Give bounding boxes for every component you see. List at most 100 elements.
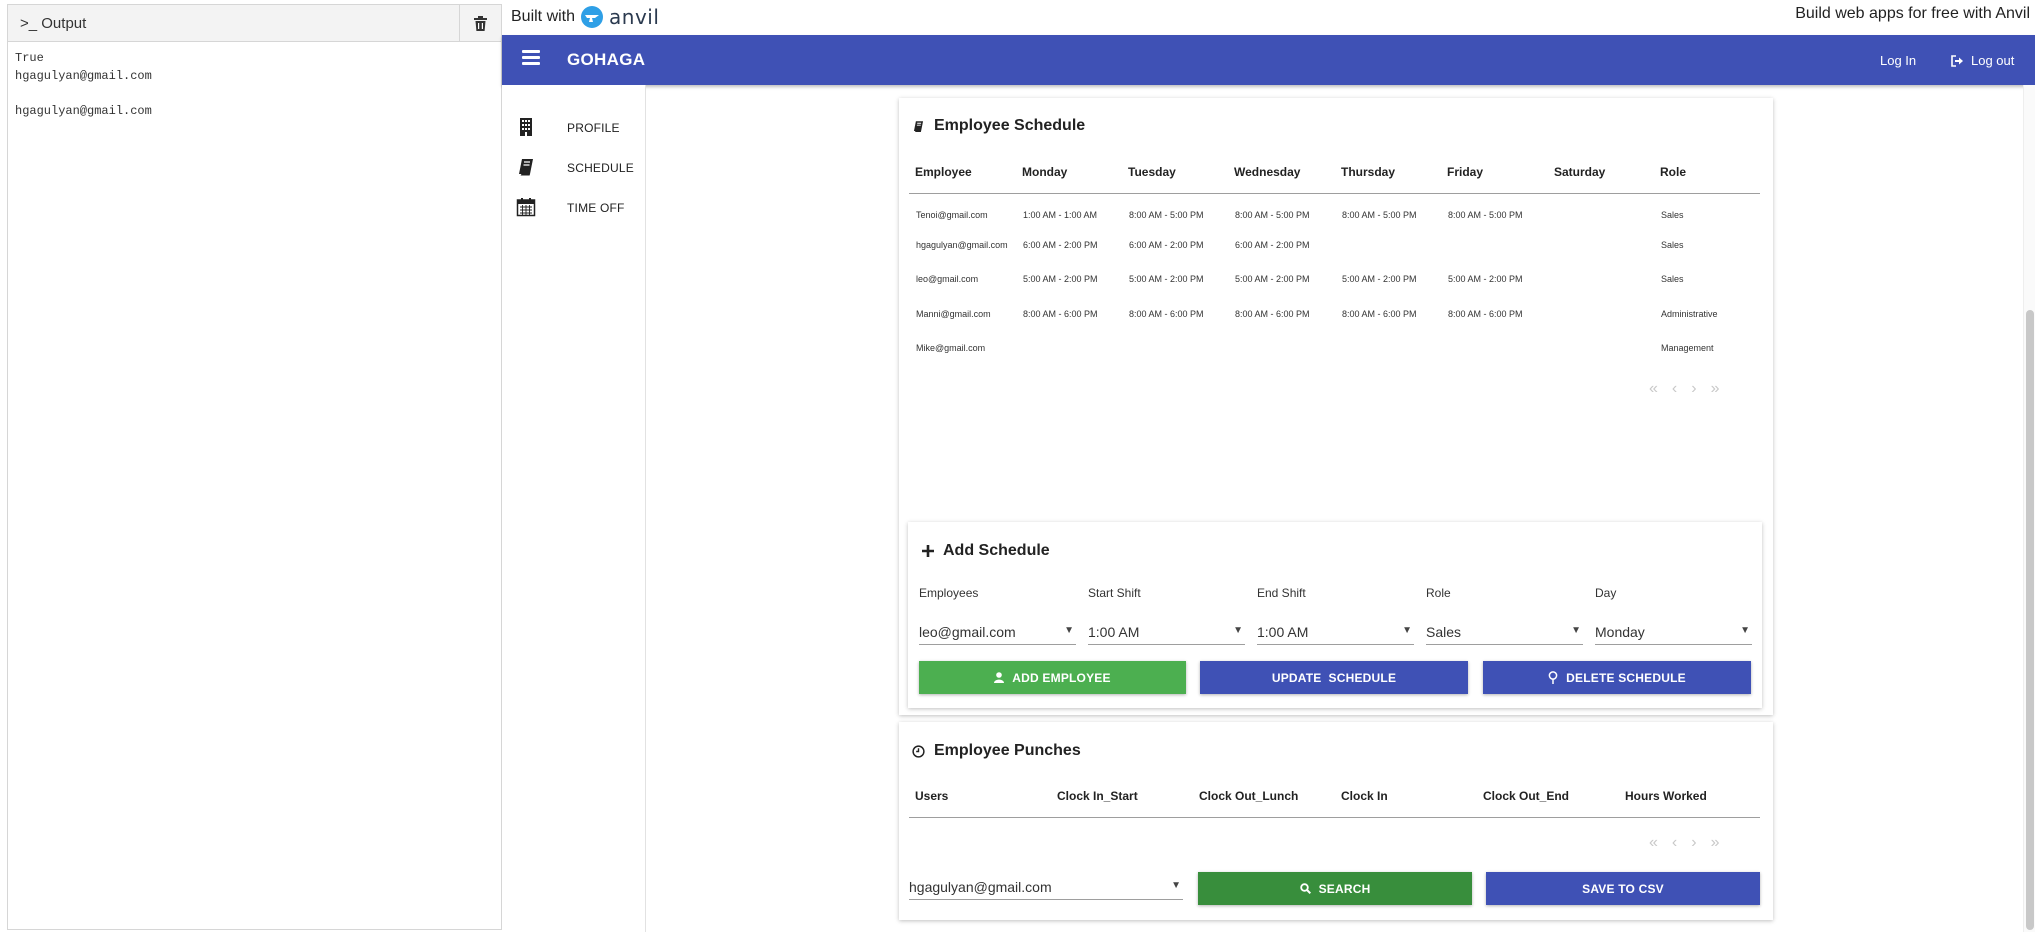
first-page-icon[interactable]: «: [1649, 834, 1658, 852]
role-dropdown[interactable]: Sales ▼: [1426, 617, 1583, 645]
schedule-row[interactable]: Mike@gmail.com Management: [909, 331, 1760, 366]
update-schedule-label: UPDATE SCHEDULE: [1271, 670, 1397, 685]
search-button[interactable]: SEARCH: [1198, 872, 1472, 905]
column-header[interactable]: Users: [909, 775, 1051, 818]
column-header[interactable]: Clock In_Start: [1051, 775, 1193, 818]
hamburger-menu-icon[interactable]: [522, 50, 540, 68]
nav-item-profile[interactable]: PROFILE: [502, 109, 645, 145]
schedule-cell: 8:00 AM - 5:00 PM: [1342, 209, 1417, 220]
schedule-cell: Sales: [1661, 239, 1684, 250]
caret-down-icon: ▼: [1171, 880, 1181, 891]
clear-output-button[interactable]: [459, 5, 501, 41]
schedule-header-row: Employee Monday Tuesday Wednesday Thursd…: [909, 151, 1760, 194]
employees-dropdown[interactable]: leo@gmail.com ▼: [919, 617, 1076, 645]
column-header[interactable]: Saturday: [1548, 151, 1654, 194]
column-header[interactable]: Hours Worked: [1619, 775, 1760, 818]
employee-punches-title: Employee Punches: [934, 742, 1081, 759]
output-line: hgagulyan@gmail.com: [15, 68, 152, 83]
output-panel: >_ Output Truehgagulyan@gmail.com​hgagul…: [7, 4, 502, 930]
schedule-cell: 5:00 AM - 2:00 PM: [1448, 274, 1523, 285]
add-employee-label: ADD EMPLOYEE: [1012, 670, 1111, 685]
column-header[interactable]: Employee: [909, 151, 1016, 194]
column-header[interactable]: Tuesday: [1122, 151, 1228, 194]
next-page-icon[interactable]: ›: [1691, 834, 1696, 852]
book-icon: [519, 159, 533, 176]
delete-schedule-button[interactable]: DELETE SCHEDULE: [1483, 661, 1751, 694]
plus-icon: [922, 545, 934, 557]
built-with-label: Built with: [511, 8, 576, 25]
output-line: ​: [15, 85, 494, 103]
anvil-logo-icon: [581, 6, 604, 28]
column-header[interactable]: Friday: [1441, 151, 1548, 194]
column-header[interactable]: Role: [1654, 151, 1760, 194]
build-free-link[interactable]: Build web apps for free with Anvil: [1795, 5, 2030, 23]
next-page-icon[interactable]: ›: [1691, 380, 1696, 398]
schedule-cell: 6:00 AM - 2:00 PM: [1235, 239, 1310, 250]
schedule-row[interactable]: hgagulyan@gmail.com 6:00 AM - 2:00 PM 6:00…: [909, 228, 1760, 263]
anvil-banner: Built with anvil Build web apps for free…: [502, 0, 2035, 35]
last-page-icon[interactable]: »: [1711, 380, 1720, 398]
user-select-dropdown[interactable]: hgagulyan@gmail.com ▼: [909, 872, 1183, 900]
page-scrollbar[interactable]: [2023, 85, 2035, 932]
add-employee-button[interactable]: ADD EMPLOYEE: [919, 661, 1186, 694]
schedule-cell: leo@gmail.com: [916, 274, 979, 285]
last-page-icon[interactable]: »: [1711, 834, 1720, 852]
schedule-cell: 8:00 AM - 6:00 PM: [1448, 308, 1523, 319]
page-scrollbar-thumb[interactable]: [2026, 310, 2034, 930]
schedule-row[interactable]: Tenoi@gmail.com 1:00 AM - 1:00 AM 8:00 AM …: [909, 193, 1760, 228]
building-icon: [520, 118, 532, 136]
login-link[interactable]: Log In: [1880, 53, 1916, 68]
schedule-cell: [1122, 331, 1228, 366]
built-with-anvil-link[interactable]: Built with anvil: [511, 5, 659, 29]
schedule-cell: 5:00 AM - 2:00 PM: [1342, 274, 1417, 285]
schedule-pager: « ‹ › »: [1649, 380, 1719, 398]
column-header[interactable]: Clock In: [1335, 775, 1477, 818]
schedule-cell: Manni@gmail.com: [916, 308, 991, 319]
sign-out-icon: [1951, 54, 1963, 67]
column-header[interactable]: Clock Out_Lunch: [1193, 775, 1335, 818]
prev-page-icon[interactable]: ‹: [1672, 834, 1677, 852]
logout-label: Log out: [1971, 53, 2015, 68]
schedule-cell: Sales: [1661, 209, 1684, 220]
app-title: GOHAGA: [567, 50, 646, 69]
user-select-value: hgagulyan@gmail.com: [909, 879, 1052, 895]
prev-page-icon[interactable]: ‹: [1672, 380, 1677, 398]
start-shift-dropdown[interactable]: 1:00 AM ▼: [1088, 617, 1245, 645]
logout-link[interactable]: Log out: [1951, 53, 2014, 68]
update-schedule-button[interactable]: UPDATE SCHEDULE: [1200, 661, 1468, 694]
map-pin-icon: [1548, 671, 1558, 684]
day-label: Day: [1595, 586, 1617, 600]
schedule-row[interactable]: Manni@gmail.com 8:00 AM - 6:00 PM 8:00 AM …: [909, 297, 1760, 332]
day-dropdown[interactable]: Monday ▼: [1595, 617, 1752, 645]
column-header[interactable]: Clock Out_End: [1477, 775, 1619, 818]
anvil-logo-text: anvil: [609, 5, 660, 29]
caret-down-icon: ▼: [1402, 625, 1412, 636]
end-shift-dropdown[interactable]: 1:00 AM ▼: [1257, 617, 1414, 645]
employee-punches-heading: Employee Punches: [912, 742, 1081, 760]
delete-schedule-label: DELETE SCHEDULE: [1566, 670, 1686, 685]
column-header[interactable]: Monday: [1016, 151, 1122, 194]
output-header: >_ Output: [8, 5, 501, 42]
schedule-table: Employee Monday Tuesday Wednesday Thursd…: [909, 151, 1760, 366]
start-shift-label: Start Shift: [1088, 586, 1141, 600]
column-header[interactable]: Thursday: [1335, 151, 1441, 194]
book-icon: [913, 120, 924, 132]
search-label: SEARCH: [1318, 881, 1371, 896]
output-lines: Truehgagulyan@gmail.com​hgagulyan@gmail.…: [8, 42, 501, 128]
punches-table: Users Clock In_Start Clock Out_Lunch Clo…: [909, 775, 1760, 818]
nav-item-time-off[interactable]: TIME OFF: [502, 189, 645, 225]
first-page-icon[interactable]: «: [1649, 380, 1658, 398]
nav-item-schedule[interactable]: SCHEDULE: [502, 149, 645, 185]
schedule-cell: [1228, 331, 1335, 366]
schedule-cell: [1548, 331, 1654, 366]
save-to-csv-button[interactable]: SAVE TO CSV: [1486, 872, 1760, 905]
schedule-cell: hgagulyan@gmail.com: [916, 239, 1008, 250]
add-schedule-heading: Add Schedule: [922, 542, 1050, 560]
nav-label-time-off: TIME OFF: [567, 201, 625, 215]
schedule-cell: [1335, 228, 1441, 263]
employee-schedule-heading: Employee Schedule: [912, 117, 1085, 135]
column-header[interactable]: Wednesday: [1228, 151, 1335, 194]
search-icon: [1299, 883, 1311, 894]
schedule-row[interactable]: leo@gmail.com 5:00 AM - 2:00 PM 5:00 AM - …: [909, 262, 1760, 297]
employees-value: leo@gmail.com: [919, 624, 1016, 640]
